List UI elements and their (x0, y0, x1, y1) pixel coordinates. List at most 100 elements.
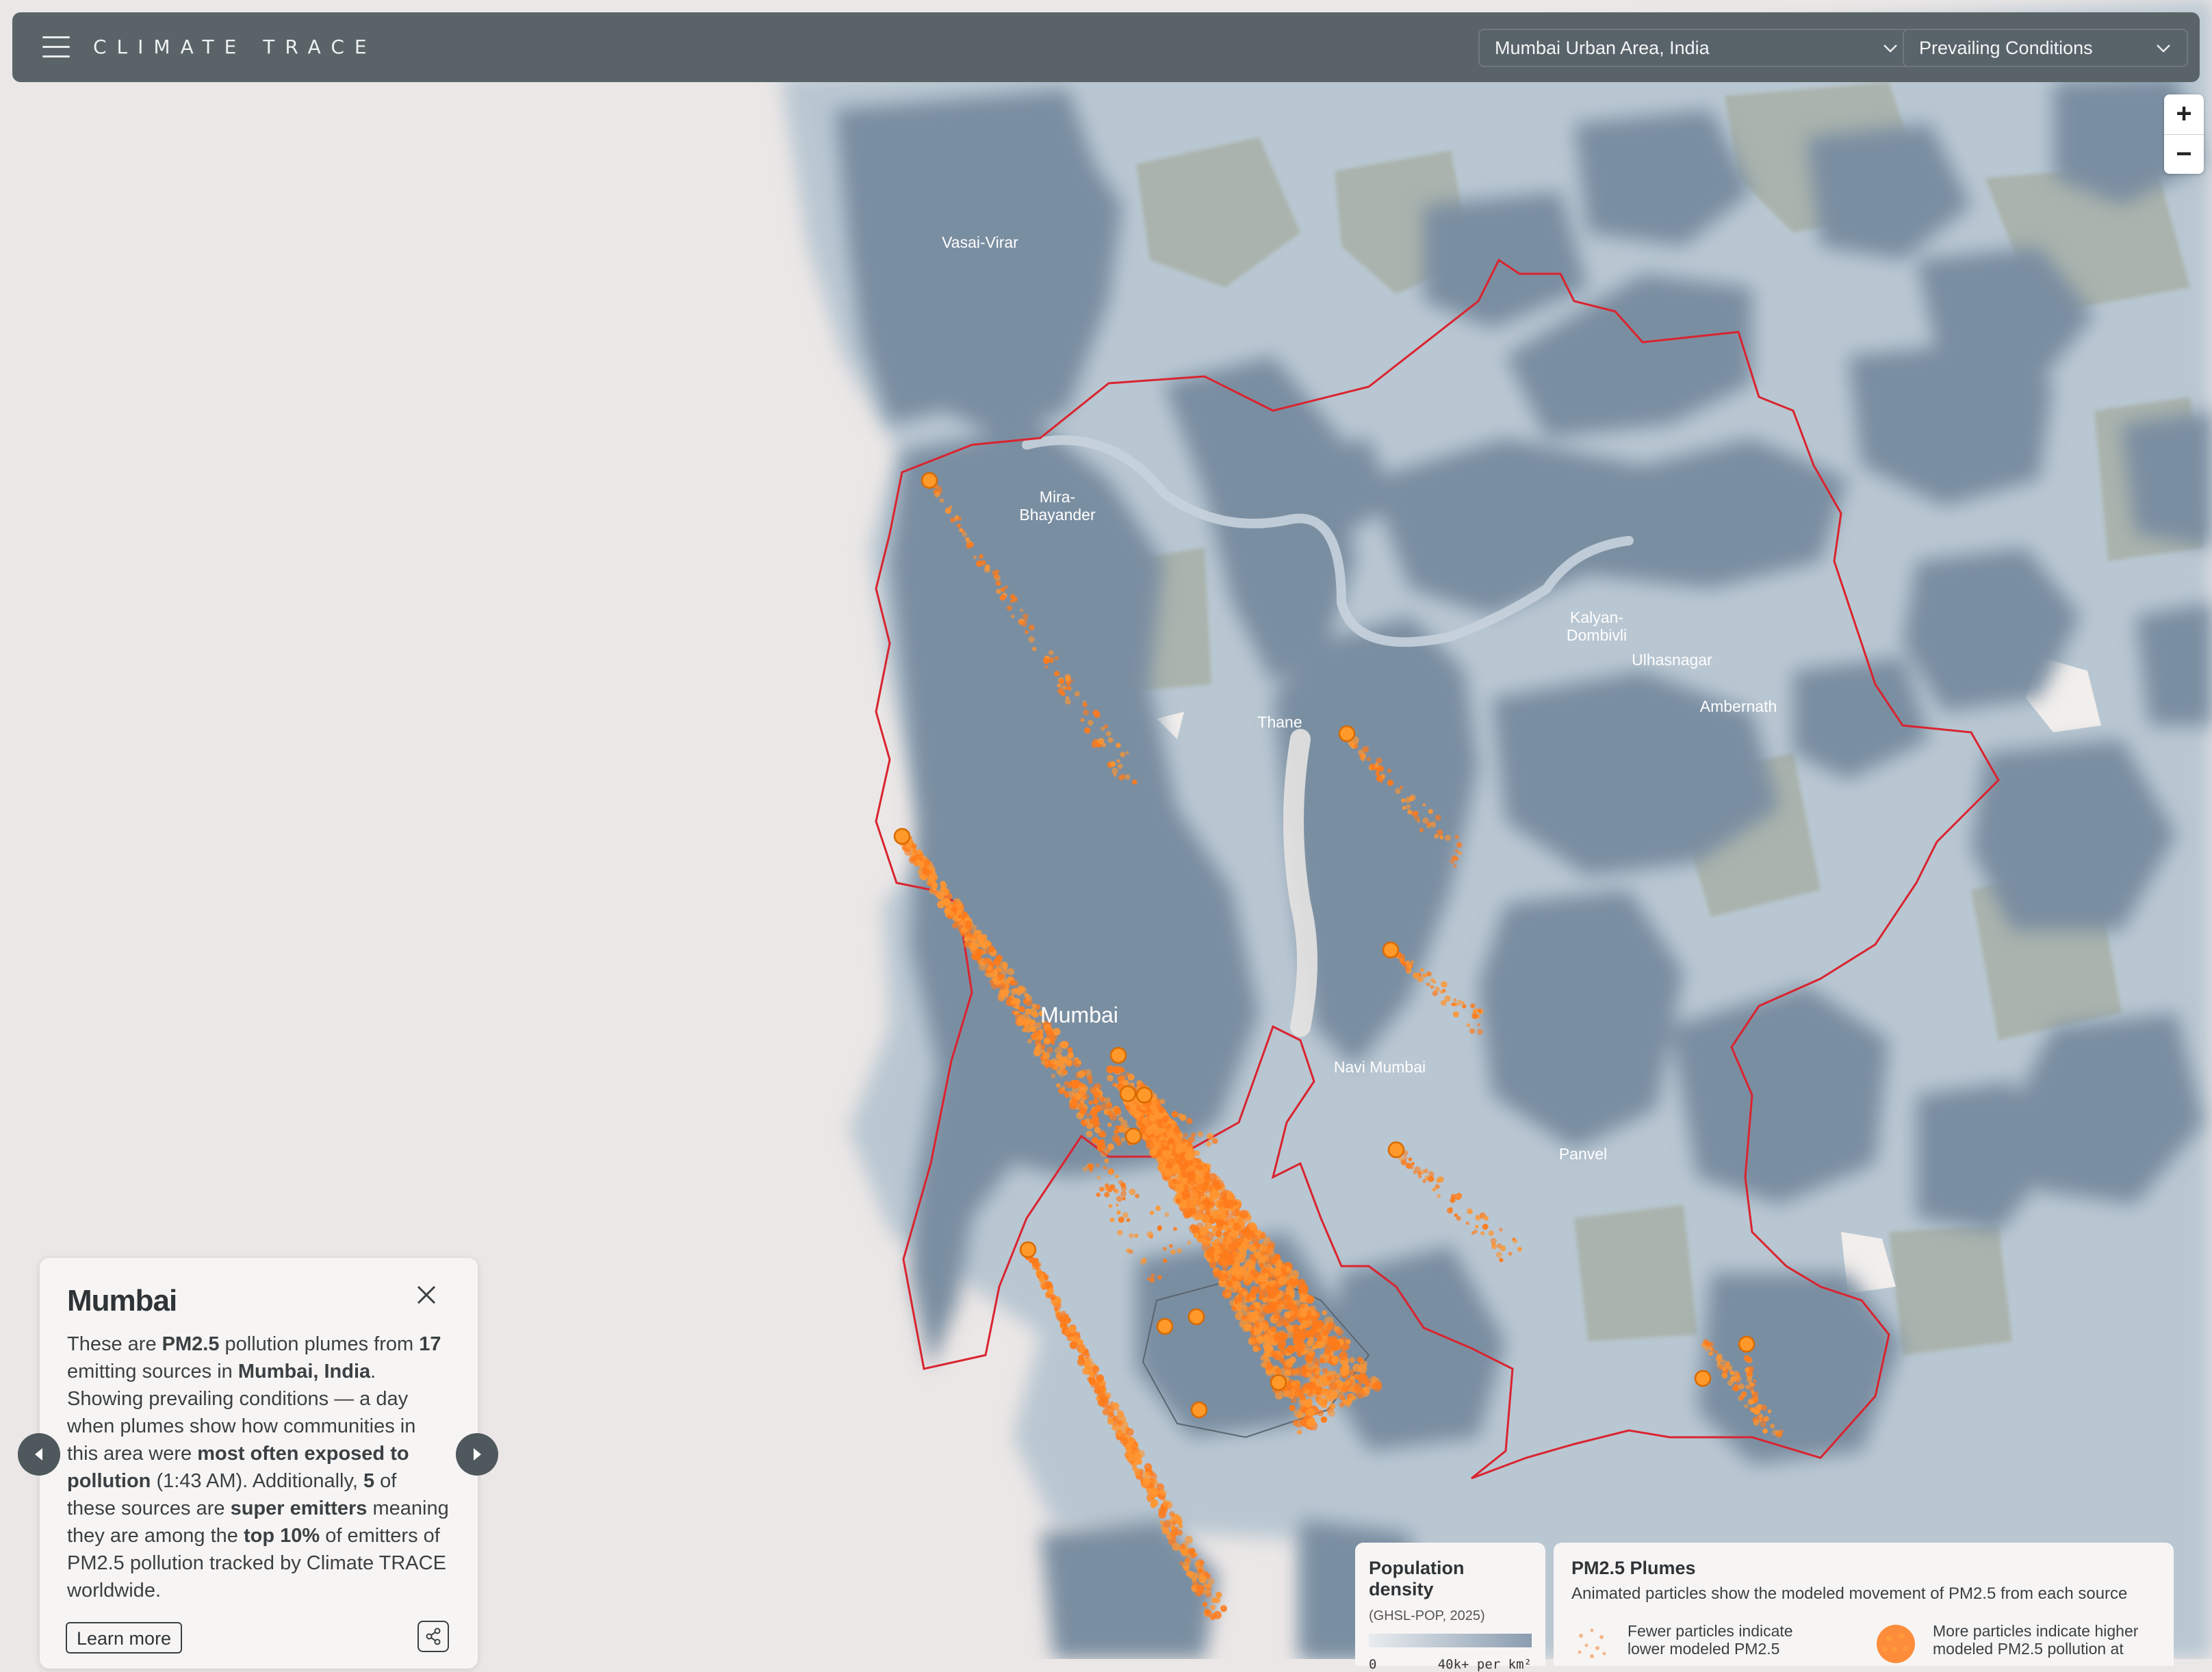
next-button[interactable] (456, 1433, 498, 1476)
plume-particle (1475, 1215, 1479, 1219)
plume-particle (1120, 1119, 1128, 1127)
plume-particle (1002, 964, 1007, 969)
plume-particle (1033, 1257, 1039, 1263)
plume-particle (1152, 1124, 1157, 1129)
emission-source-marker[interactable] (1270, 1374, 1287, 1391)
plume-particle (1236, 1295, 1244, 1302)
plume-particle (1053, 1300, 1058, 1307)
plume-particle (1454, 849, 1459, 853)
plume-particle (1090, 1372, 1095, 1377)
plume-particle (1122, 1212, 1129, 1218)
plume-particle (999, 990, 1005, 995)
emission-source-marker[interactable] (1190, 1401, 1208, 1419)
plume-particle (1065, 1059, 1072, 1067)
plume-particle (981, 560, 986, 565)
plume-particle (1738, 1383, 1745, 1390)
plume-particle (1316, 1332, 1322, 1338)
population-gradient (1369, 1634, 1532, 1647)
plume-particle (1299, 1406, 1307, 1413)
plume-particle (1029, 624, 1035, 631)
emission-source-marker[interactable] (1694, 1369, 1712, 1387)
plume-particle (1444, 995, 1451, 1002)
plume-particle (1322, 1329, 1330, 1337)
plume-particle (1452, 1011, 1459, 1018)
plume-particle (1219, 1207, 1226, 1213)
emission-source-marker[interactable] (1738, 1335, 1756, 1353)
population-legend: Population density (GHSL-POP, 2025) 0 40… (1355, 1543, 1545, 1672)
share-button[interactable] (417, 1621, 449, 1652)
zoom-out-button[interactable]: − (2164, 135, 2204, 174)
conditions-select[interactable]: Prevailing Conditions (1903, 29, 2188, 67)
plume-particle (1104, 1096, 1111, 1104)
plume-particle (991, 570, 996, 575)
plume-particle (1370, 1376, 1377, 1383)
info-bold: Mumbai, India (237, 1361, 371, 1382)
info-bold: 17 (419, 1333, 441, 1355)
plume-particle (1099, 1186, 1105, 1192)
plume-particle (976, 950, 981, 955)
emission-source-marker[interactable] (1387, 1141, 1405, 1159)
plume-particle (917, 869, 923, 875)
plume-particle (1195, 1157, 1202, 1164)
plume-particle (1118, 1126, 1125, 1133)
area-select[interactable]: Mumbai Urban Area, India (1478, 29, 1915, 67)
plume-particle (1218, 1272, 1227, 1281)
plume-particle (1360, 756, 1366, 762)
close-icon[interactable] (413, 1281, 440, 1309)
plume-particle (1108, 1112, 1114, 1118)
plume-particle (1437, 829, 1443, 836)
plume-particle (1170, 1534, 1176, 1541)
plume-particle (1204, 1200, 1211, 1208)
emission-source-marker[interactable] (921, 472, 938, 489)
emission-source-marker[interactable] (1135, 1086, 1153, 1104)
plume-particle (1296, 1367, 1306, 1376)
plume-particle (1092, 1116, 1099, 1124)
more-line-2: modeled PM2.5 pollution at (1933, 1640, 2124, 1658)
plume-particle (1117, 763, 1123, 769)
plume-particle (1259, 1283, 1266, 1291)
learn-more-button[interactable]: Learn more (66, 1622, 183, 1654)
plume-particle (1015, 1005, 1020, 1009)
previous-button[interactable] (18, 1433, 60, 1476)
emission-source-marker[interactable] (1382, 941, 1400, 959)
emission-source-marker[interactable] (1187, 1308, 1205, 1326)
plume-particle (1312, 1321, 1318, 1327)
plume-particle (1149, 1210, 1155, 1216)
plume-particle (1077, 1070, 1085, 1079)
plume-particle (1298, 1285, 1309, 1295)
population-max: 40k+ per km² (1437, 1657, 1532, 1672)
brand-logo[interactable]: CLIMATE TRACE (93, 36, 377, 58)
plume-particle (1327, 1322, 1334, 1329)
zoom-in-button[interactable]: + (2164, 94, 2204, 135)
info-title: Mumbai (67, 1284, 177, 1317)
plume-particle (1088, 719, 1094, 726)
plume-particle (1273, 1352, 1280, 1359)
plume-particle (1339, 1395, 1346, 1401)
plume-particle (1224, 1202, 1230, 1209)
emission-source-marker[interactable] (893, 827, 911, 845)
emission-source-marker[interactable] (1019, 1241, 1037, 1259)
sparse-particles-icon (1578, 1628, 1606, 1658)
menu-icon[interactable] (42, 35, 70, 60)
plume-particle (1089, 1168, 1094, 1173)
emission-source-marker[interactable] (1119, 1085, 1137, 1103)
plume-particle (1302, 1311, 1309, 1316)
plume-particle (1156, 1155, 1164, 1163)
emission-source-marker[interactable] (1124, 1127, 1142, 1145)
plume-particle (1094, 711, 1101, 718)
plume-particle (1197, 1164, 1204, 1171)
plume-particle (1142, 1478, 1150, 1486)
plume-particle (1105, 731, 1111, 737)
plume-particle (1108, 1170, 1114, 1175)
plume-particle (1109, 1184, 1116, 1190)
plume-particle (1727, 1365, 1733, 1370)
plume-particle (1207, 1584, 1211, 1589)
plume-particle (1117, 1230, 1123, 1236)
label-panvel: Panvel (1559, 1145, 1607, 1163)
emission-source-marker[interactable] (1338, 725, 1356, 743)
plume-particle (1068, 1325, 1077, 1333)
plume-particle (1327, 1409, 1335, 1417)
emission-source-marker[interactable] (1156, 1317, 1174, 1335)
plume-particle (1147, 1495, 1155, 1503)
emission-source-marker[interactable] (1109, 1046, 1127, 1064)
